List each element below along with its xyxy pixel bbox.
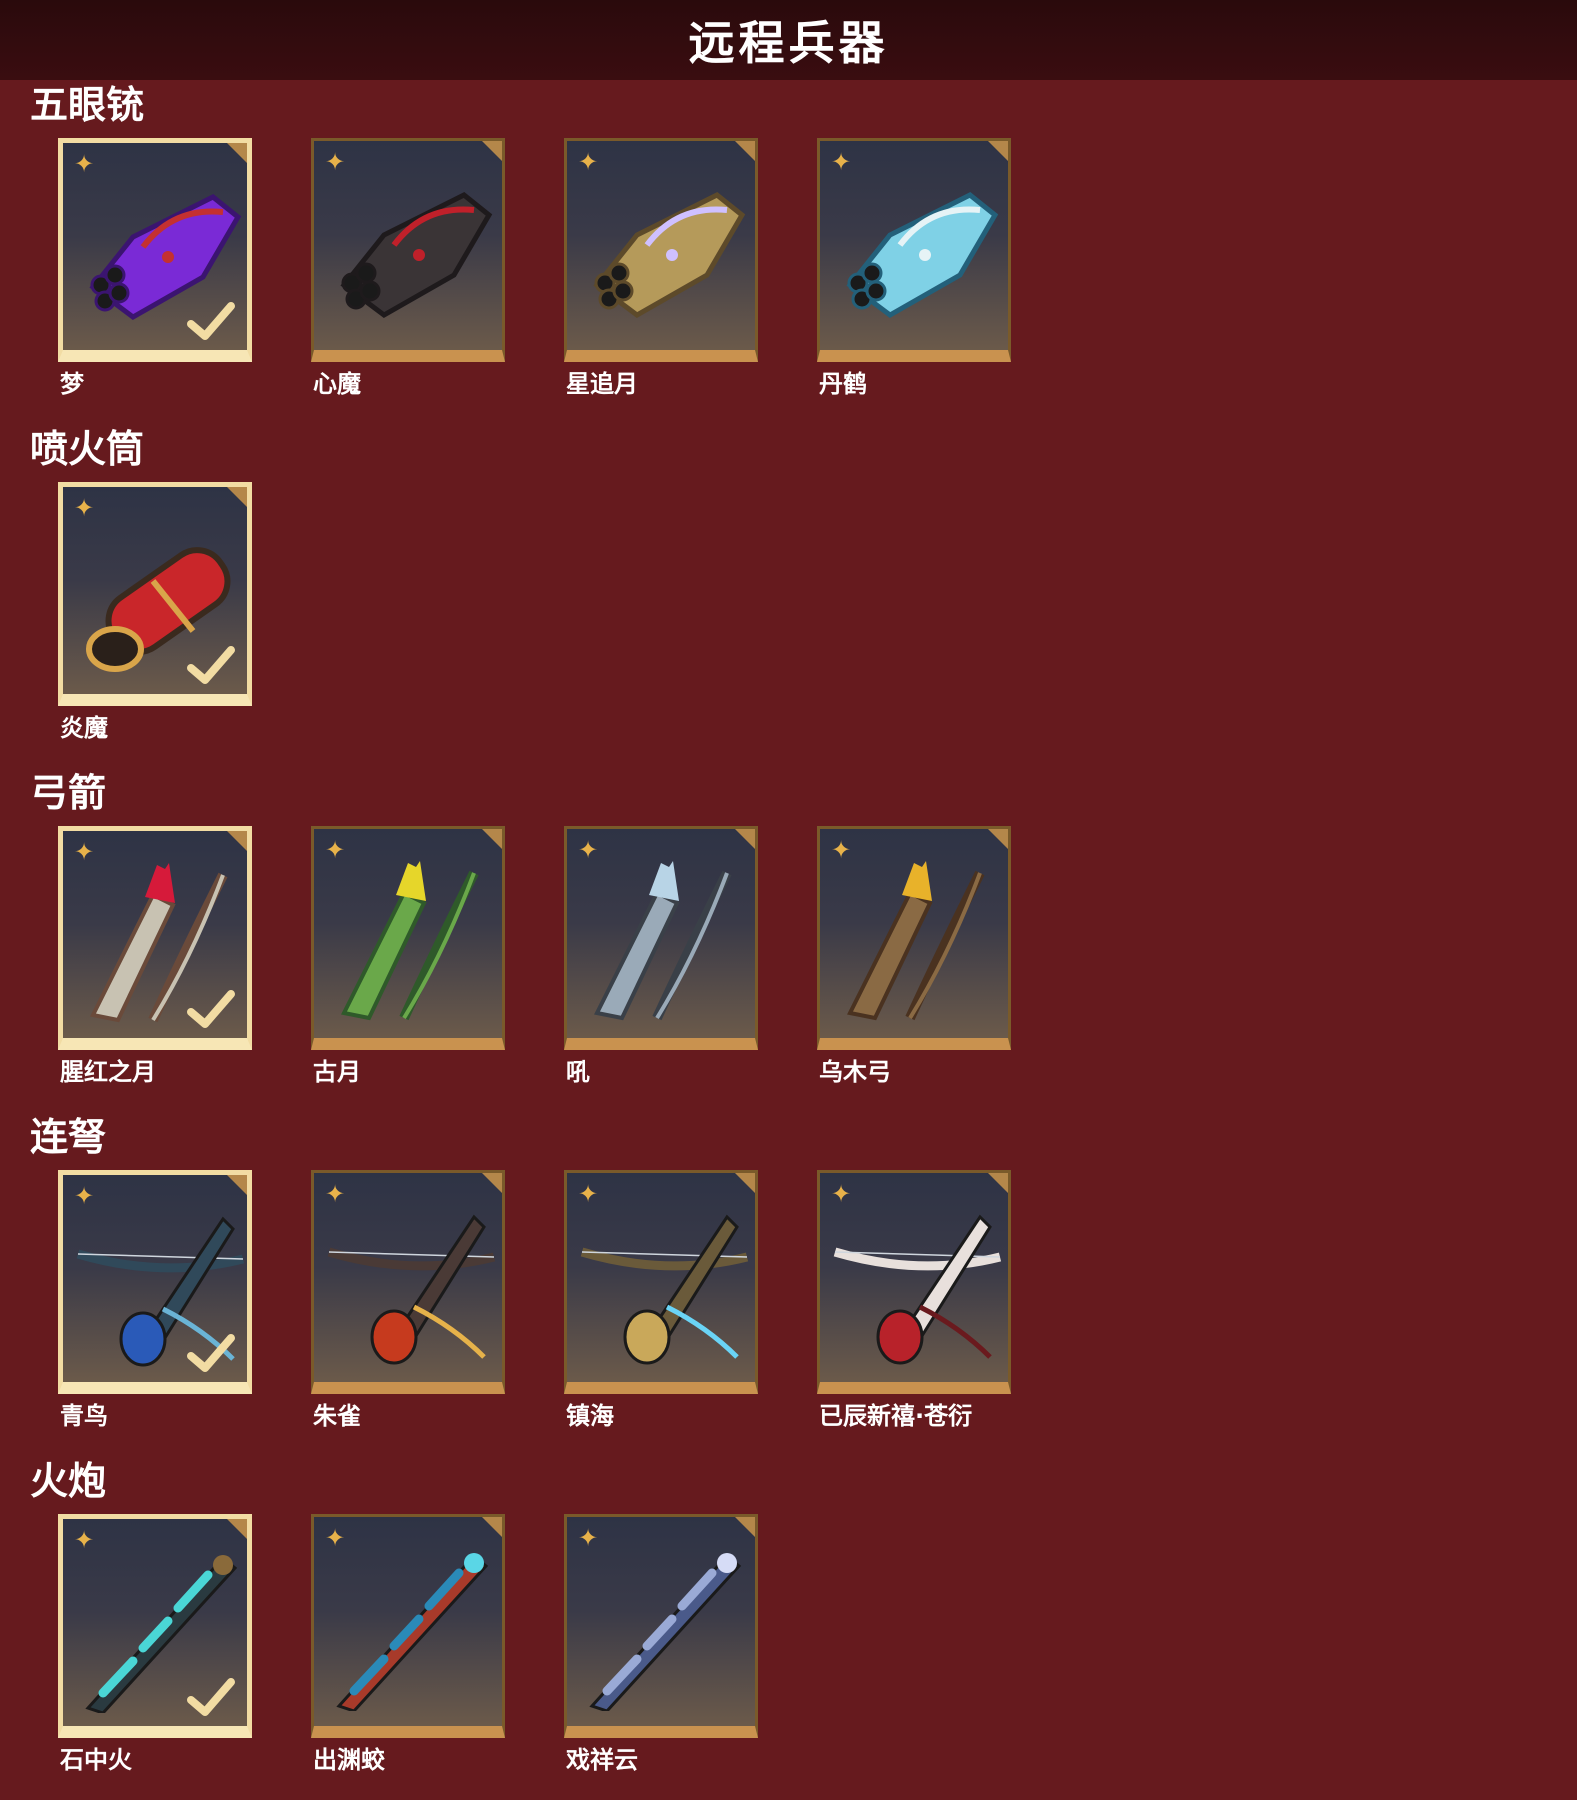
weapon-name: 乌木弓 xyxy=(819,1058,891,1086)
corner-tag-icon xyxy=(735,1173,755,1193)
red-white-crossbow-icon xyxy=(833,1214,1002,1365)
weapon-card[interactable]: ✦ xyxy=(58,482,252,706)
weapon-name: 镇海 xyxy=(566,1402,614,1430)
weapon-name: 石中火 xyxy=(60,1746,132,1774)
weapon-card[interactable]: ✦ xyxy=(311,1514,505,1738)
corner-tag-icon xyxy=(735,141,755,161)
weapon-section: 弓箭 ✦ 腥红之月 ✦ 古月 ✦ 吼 ✦ 乌木弓 xyxy=(0,768,1577,1112)
page-title: 远程兵器 xyxy=(688,16,889,70)
weapon-item[interactable]: ✦ 青鸟 xyxy=(58,1170,252,1430)
weapon-card[interactable]: ✦ xyxy=(58,138,252,362)
weapon-section: 五眼铳 ✦ 梦 ✦ 心魔 ✦ 星追月 ✦ 丹鹤 xyxy=(0,80,1577,424)
weapon-item[interactable]: ✦ 心魔 xyxy=(311,138,505,398)
weapon-card[interactable]: ✦ xyxy=(311,1170,505,1394)
weapon-name: 古月 xyxy=(313,1058,361,1086)
checkmark-icon xyxy=(187,1678,235,1716)
weapon-card[interactable]: ✦ xyxy=(311,138,505,362)
checkmark-icon xyxy=(187,646,235,684)
weapon-item[interactable]: ✦ 丹鹤 xyxy=(817,138,1011,398)
weapon-name: 梦 xyxy=(60,370,84,398)
cyan-hand-cannon-icon xyxy=(846,192,999,318)
corner-tag-icon xyxy=(988,141,1008,161)
page-header: 远程兵器 xyxy=(0,0,1577,80)
section-title: 五眼铳 xyxy=(30,83,145,127)
corner-tag-icon xyxy=(227,831,247,851)
section-title: 火炮 xyxy=(30,1459,107,1503)
weapon-name: 丹鹤 xyxy=(819,370,867,398)
checkmark-icon xyxy=(187,302,235,340)
weapon-item[interactable]: ✦ 镇海 xyxy=(564,1170,758,1430)
corner-tag-icon xyxy=(482,141,502,161)
weapon-item[interactable]: ✦ 戏祥云 xyxy=(564,1514,758,1774)
corner-tag-icon xyxy=(227,1519,247,1539)
weapon-item[interactable]: ✦ 星追月 xyxy=(564,138,758,398)
weapon-card[interactable]: ✦ xyxy=(58,1170,252,1394)
gold-crossbow-icon xyxy=(580,1214,749,1365)
weapon-section: 连弩 ✦ 青鸟 ✦ 朱雀 ✦ 镇海 ✦ 已辰新禧·苍衍 xyxy=(0,1112,1577,1456)
corner-tag-icon xyxy=(482,1173,502,1193)
corner-tag-icon xyxy=(735,1517,755,1537)
weapon-name: 腥红之月 xyxy=(60,1058,156,1086)
weapon-item[interactable]: ✦ 古月 xyxy=(311,826,505,1086)
corner-tag-icon xyxy=(227,1175,247,1195)
weapon-section: 火炮 ✦ 石中火 ✦ 出渊蛟 ✦ 戏祥云 xyxy=(0,1456,1577,1800)
gold-hand-cannon-icon xyxy=(593,192,746,318)
dark-red-hand-cannon-icon xyxy=(340,192,493,318)
weapon-item[interactable]: ✦ 石中火 xyxy=(58,1514,252,1774)
corner-tag-icon xyxy=(482,1517,502,1537)
weapon-item[interactable]: ✦ 炎魔 xyxy=(58,482,252,742)
weapon-name: 出渊蛟 xyxy=(313,1746,385,1774)
weapon-card[interactable]: ✦ xyxy=(564,1514,758,1738)
weapon-item[interactable]: ✦ 腥红之月 xyxy=(58,826,252,1086)
corner-tag-icon xyxy=(482,829,502,849)
grey-bow-quiver-icon xyxy=(594,861,732,1021)
blue-red-cannon-icon xyxy=(336,1553,489,1711)
weapon-card[interactable]: ✦ xyxy=(564,138,758,362)
weapon-name: 朱雀 xyxy=(313,1402,361,1430)
weapon-section: 喷火筒 ✦ 炎魔 xyxy=(0,424,1577,768)
section-title: 喷火筒 xyxy=(30,427,145,471)
weapon-item[interactable]: ✦ 乌木弓 xyxy=(817,826,1011,1086)
silver-cannon-icon xyxy=(589,1553,742,1711)
weapon-card[interactable]: ✦ xyxy=(58,1514,252,1738)
weapon-card[interactable]: ✦ xyxy=(564,826,758,1050)
red-crossbow-icon xyxy=(327,1214,496,1365)
corner-tag-icon xyxy=(227,487,247,507)
weapon-item[interactable]: ✦ 朱雀 xyxy=(311,1170,505,1430)
weapon-card[interactable]: ✦ xyxy=(817,826,1011,1050)
checkmark-icon xyxy=(187,990,235,1028)
weapon-card[interactable]: ✦ xyxy=(311,826,505,1050)
weapon-name: 炎魔 xyxy=(60,714,108,742)
corner-tag-icon xyxy=(735,829,755,849)
checkmark-icon xyxy=(187,1334,235,1372)
weapon-name: 已辰新禧·苍衍 xyxy=(819,1402,973,1430)
green-bow-quiver-icon xyxy=(341,861,479,1021)
corner-tag-icon xyxy=(988,829,1008,849)
weapon-card[interactable]: ✦ xyxy=(817,138,1011,362)
weapon-item[interactable]: ✦ 已辰新禧·苍衍 xyxy=(817,1170,1011,1430)
wooden-bow-quiver-icon xyxy=(847,861,985,1021)
weapon-card[interactable]: ✦ xyxy=(58,826,252,1050)
weapon-card[interactable]: ✦ xyxy=(817,1170,1011,1394)
weapon-name: 心魔 xyxy=(313,370,361,398)
weapon-name: 青鸟 xyxy=(60,1402,108,1430)
weapon-item[interactable]: ✦ 梦 xyxy=(58,138,252,398)
weapon-item[interactable]: ✦ 出渊蛟 xyxy=(311,1514,505,1774)
weapon-name: 吼 xyxy=(566,1058,590,1086)
corner-tag-icon xyxy=(227,143,247,163)
weapon-name: 戏祥云 xyxy=(566,1746,638,1774)
section-title: 连弩 xyxy=(30,1115,107,1159)
section-title: 弓箭 xyxy=(30,771,107,815)
weapon-item[interactable]: ✦ 吼 xyxy=(564,826,758,1086)
weapon-name: 星追月 xyxy=(566,370,638,398)
corner-tag-icon xyxy=(988,1173,1008,1193)
weapon-card[interactable]: ✦ xyxy=(564,1170,758,1394)
